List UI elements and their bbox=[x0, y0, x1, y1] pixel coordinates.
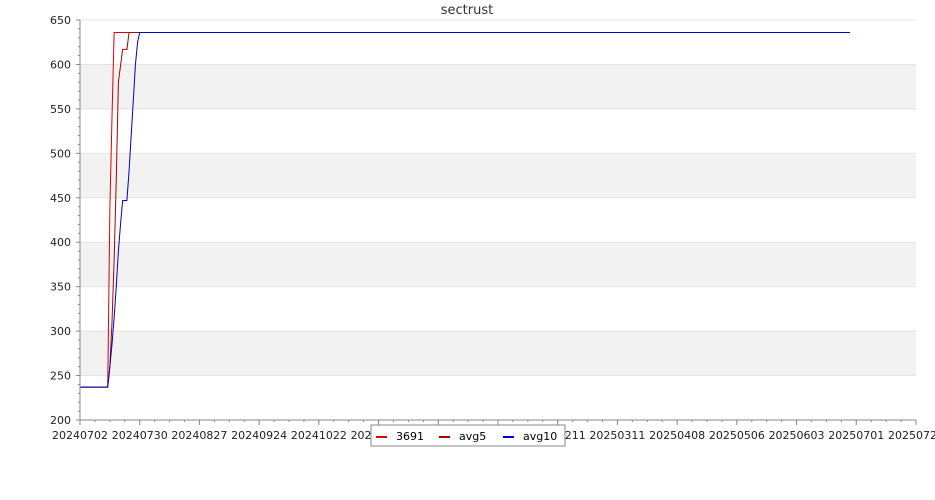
grid-band bbox=[80, 375, 916, 420]
y-tick-label: 650 bbox=[50, 14, 71, 27]
y-tick-label: 500 bbox=[50, 147, 71, 160]
x-tick-label: 20240730 bbox=[112, 429, 168, 442]
x-tick-label: 20240702 bbox=[52, 429, 108, 442]
y-tick-label: 450 bbox=[50, 192, 71, 205]
x-tick-label: 20250729 bbox=[888, 429, 935, 442]
chart-title: sectrust bbox=[441, 3, 493, 18]
y-tick-label: 550 bbox=[50, 103, 71, 116]
grid-band bbox=[80, 242, 916, 287]
grid-band bbox=[80, 286, 916, 332]
y-tick-label: 350 bbox=[50, 281, 71, 294]
x-tick-label: 20250506 bbox=[709, 429, 765, 442]
x-tick-label: 20240827 bbox=[171, 429, 227, 442]
y-tick-label: 400 bbox=[50, 236, 71, 249]
grid-band bbox=[80, 108, 916, 154]
grid-band bbox=[80, 331, 916, 376]
legend-label: 3691 bbox=[396, 430, 424, 443]
y-tick-label: 600 bbox=[50, 58, 71, 71]
x-tick-label: 20250408 bbox=[649, 429, 705, 442]
grid-bands bbox=[80, 20, 916, 420]
x-tick-label: 20250701 bbox=[828, 429, 884, 442]
legend-label: avg5 bbox=[459, 430, 486, 443]
x-tick-label: 20240924 bbox=[231, 429, 287, 442]
y-tick-label: 200 bbox=[50, 414, 71, 427]
y-tick-label: 300 bbox=[50, 325, 71, 338]
grid-band bbox=[80, 197, 916, 243]
x-tick-label: 20241022 bbox=[291, 429, 347, 442]
x-tick-label: 20250311 bbox=[589, 429, 645, 442]
grid-band bbox=[80, 153, 916, 198]
chart: 200 250 300 350 400 450 500 550 600 650 20240702 20… bbox=[50, 3, 935, 447]
legend-label: avg10 bbox=[523, 430, 557, 443]
y-tick-label: 250 bbox=[50, 370, 71, 383]
legend: 3691 avg5 avg10 bbox=[370, 424, 566, 447]
grid-band bbox=[80, 20, 916, 65]
grid-band bbox=[80, 64, 916, 109]
x-tick-label: 20250603 bbox=[769, 429, 825, 442]
